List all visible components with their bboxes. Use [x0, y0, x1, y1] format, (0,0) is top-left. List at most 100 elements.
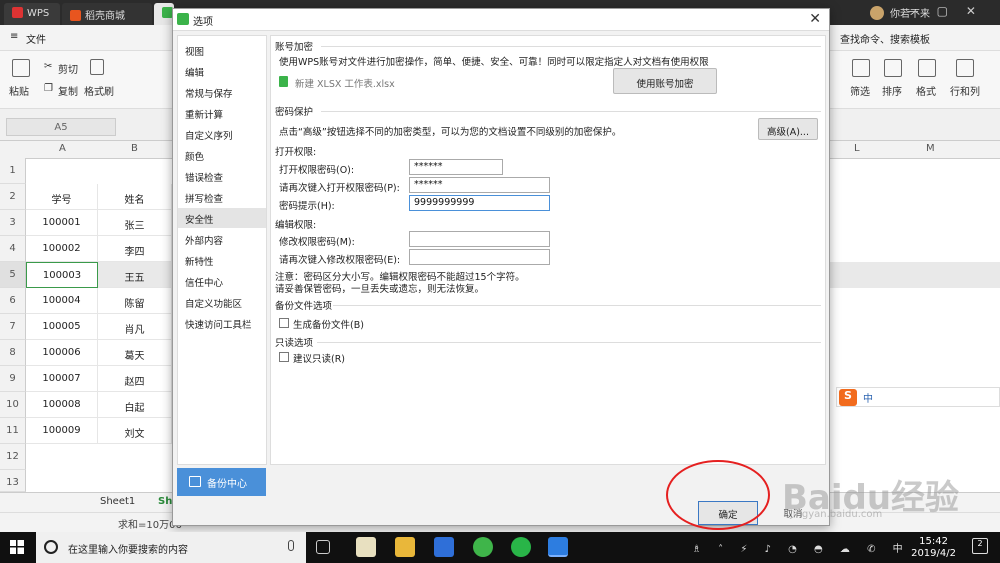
close-icon[interactable]: ✕ [809, 11, 821, 27]
tab-store[interactable]: 稻壳商城 [62, 3, 152, 25]
table-cell[interactable]: 李四 [98, 236, 172, 262]
readonly-checkbox-label[interactable]: 建议只读(R) [293, 351, 345, 365]
cut-icon[interactable]: ✂ [44, 61, 52, 72]
taskbar-ime-lang[interactable]: 中 [893, 544, 910, 555]
column-header-a[interactable]: A [59, 143, 66, 154]
row-header[interactable]: 2 [0, 184, 26, 210]
sort-icon[interactable] [884, 59, 902, 77]
nav-item-general-save[interactable]: 常规与保存 [178, 82, 266, 102]
table-cell[interactable]: 100001 [26, 210, 98, 236]
backup-checkbox-label[interactable]: 生成备份文件(B) [293, 317, 364, 331]
table-cell[interactable]: 100002 [26, 236, 98, 262]
tab-wps[interactable]: WPS [4, 3, 60, 25]
browser-app-icon[interactable] [473, 537, 493, 557]
paste-icon[interactable] [12, 59, 30, 77]
sheet-tab-sheet1[interactable]: Sheet1 [100, 496, 135, 507]
taskbar-search[interactable]: 在这里输入你要搜索的内容 [36, 532, 306, 563]
taskbar-clock[interactable]: 15:42 2019/4/2 [911, 536, 956, 560]
row-header[interactable]: 3 [0, 210, 26, 236]
table-cell[interactable]: 肖凡 [98, 314, 172, 340]
row-header[interactable]: 6 [0, 288, 26, 314]
format-painter-button[interactable]: 格式刷 [84, 83, 114, 98]
ime-toolbar[interactable]: S 中 [836, 387, 1000, 407]
row-header[interactable]: 9 [0, 366, 26, 392]
edit-password-confirm-field[interactable] [409, 249, 550, 265]
wps-office-app-icon[interactable] [434, 537, 454, 557]
window-controls[interactable]: —▢✕ [907, 4, 994, 18]
filter-icon[interactable] [852, 59, 870, 77]
copy-icon[interactable]: ❐ [44, 83, 53, 94]
row-header[interactable]: 4 [0, 236, 26, 262]
format-painter-icon[interactable] [90, 59, 104, 75]
nav-item-view[interactable]: 视图 [178, 40, 266, 60]
table-cell[interactable]: 刘文 [98, 418, 172, 444]
use-account-encrypt-button[interactable]: 使用账号加密 [613, 68, 717, 94]
cut-button[interactable]: 剪切 [58, 61, 78, 76]
nav-item-color[interactable]: 颜色 [178, 145, 266, 165]
name-box[interactable]: A5 [6, 118, 116, 136]
row-header[interactable]: 13 [0, 470, 26, 492]
format-icon[interactable] [918, 59, 936, 77]
paste-button[interactable]: 粘贴 [9, 83, 29, 98]
row-header[interactable]: 5 [0, 262, 26, 288]
notepad-app-icon[interactable] [356, 537, 376, 557]
nav-item-new-features[interactable]: 新特性 [178, 250, 266, 270]
table-cell[interactable]: 张三 [98, 210, 172, 236]
nav-item-security[interactable]: 安全性 [178, 208, 266, 228]
open-password-field[interactable]: ****** [409, 159, 503, 175]
backup-checkbox[interactable] [279, 318, 289, 328]
backup-center-button[interactable]: 备份中心 [177, 468, 266, 496]
row-header[interactable]: 11 [0, 418, 26, 444]
nav-item-quick-access[interactable]: 快速访问工具栏 [178, 313, 266, 333]
row-header[interactable]: 7 [0, 314, 26, 340]
row-header[interactable]: 8 [0, 340, 26, 366]
rows-cols-icon[interactable] [956, 59, 974, 77]
sheet-tab-active[interactable]: Sh [158, 496, 172, 507]
row-header[interactable]: 10 [0, 392, 26, 418]
row-header[interactable]: 12 [0, 444, 26, 470]
table-header-cell[interactable]: 姓名 [98, 184, 172, 210]
table-cell[interactable]: 100007 [26, 366, 98, 392]
table-cell[interactable]: 100005 [26, 314, 98, 340]
column-header-l[interactable]: L [854, 143, 860, 154]
nav-item-customize-ribbon[interactable]: 自定义功能区 [178, 292, 266, 312]
table-cell[interactable]: 王五 [98, 262, 172, 288]
table-cell[interactable]: 赵四 [98, 366, 172, 392]
table-cell[interactable]: 100009 [26, 418, 98, 444]
copy-button[interactable]: 复制 [58, 83, 78, 98]
column-header-m[interactable]: M [926, 143, 935, 154]
microphone-icon[interactable] [288, 540, 294, 551]
table-cell[interactable]: 100008 [26, 392, 98, 418]
system-tray[interactable]: ♗ ˄ ⚡ ♪ ◔ ◓ ☁ ✆ 中 [692, 540, 910, 555]
table-cell[interactable]: 白起 [98, 392, 172, 418]
nav-item-custom-lists[interactable]: 自定义序列 [178, 124, 266, 144]
column-header-b[interactable]: B [131, 143, 138, 154]
filter-button[interactable]: 筛选 [850, 83, 870, 98]
active-cell[interactable]: 100003 [26, 262, 98, 288]
file-explorer-icon[interactable] [395, 537, 415, 557]
edit-password-field[interactable] [409, 231, 550, 247]
rows-cols-button[interactable]: 行和列 [950, 83, 980, 98]
table-cell[interactable]: 陈留 [98, 288, 172, 314]
nav-item-recalc[interactable]: 重新计算 [178, 103, 266, 123]
menu-file[interactable]: 文件 [26, 31, 46, 46]
nav-item-trust-center[interactable]: 信任中心 [178, 271, 266, 291]
nav-item-error-check[interactable]: 错误检查 [178, 166, 266, 186]
hamburger-icon[interactable]: ≡ [10, 31, 18, 42]
ime-mode-label[interactable]: 中 [863, 390, 877, 405]
readonly-checkbox[interactable] [279, 352, 289, 362]
advanced-button[interactable]: 高级(A)... [758, 118, 818, 140]
open-password-confirm-field[interactable]: ****** [409, 177, 550, 193]
table-cell[interactable]: 100006 [26, 340, 98, 366]
wechat-app-icon[interactable] [511, 537, 531, 557]
table-cell[interactable]: 100004 [26, 288, 98, 314]
nav-item-edit[interactable]: 编辑 [178, 61, 266, 81]
wps-sheet-app-icon[interactable] [548, 537, 568, 557]
table-cell[interactable]: 葛天 [98, 340, 172, 366]
nav-item-spell-check[interactable]: 拼写检查 [178, 187, 266, 207]
table-header-cell[interactable]: 学号 [26, 184, 98, 210]
format-button[interactable]: 格式 [916, 83, 936, 98]
tab-workbook[interactable] [154, 3, 174, 25]
nav-item-external-content[interactable]: 外部内容 [178, 229, 266, 249]
password-hint-field[interactable]: 9999999999 [409, 195, 550, 211]
